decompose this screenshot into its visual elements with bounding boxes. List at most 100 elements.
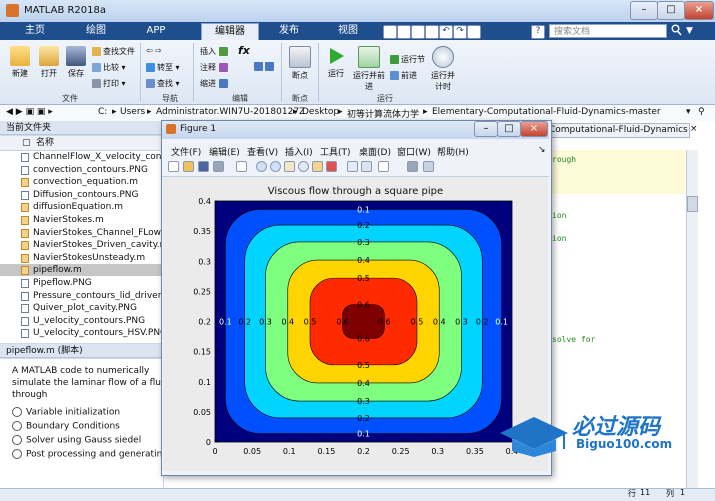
minimize-button[interactable]: – xyxy=(630,1,658,20)
outline-item[interactable]: Solver using Gauss siedel xyxy=(12,435,141,446)
file-list-item[interactable]: Pipeflow.PNG xyxy=(0,277,163,289)
figure-close-button[interactable]: × xyxy=(520,121,548,137)
path-segment[interactable]: 初等计算流体力学 xyxy=(347,107,419,120)
path-segment[interactable]: Elementary-Computational-Fluid-Dynamics-… xyxy=(432,107,661,117)
filter-icon[interactable]: ▼ xyxy=(686,26,696,36)
run-button[interactable]: 运行 xyxy=(323,46,349,79)
indent-button[interactable]: 缩进 xyxy=(200,78,230,89)
link-plot-icon[interactable] xyxy=(347,161,358,172)
hide-plot-tools-icon[interactable] xyxy=(407,161,418,172)
contour-plot[interactable]: 0.1 0.1 0.1 0.1 0.2 0.2 0.2 0.2 0.3 0.3 0.3 0.3 0.4 0… xyxy=(163,177,548,471)
back-arrow-icon[interactable]: ◀ ▶ ▣ ▣ ▸ xyxy=(6,107,53,117)
file-list-item[interactable]: NavierStokesUnsteady.m xyxy=(0,252,163,264)
menu-tools[interactable]: 工具(T) xyxy=(320,145,351,158)
editor-close-icon[interactable]: × xyxy=(690,124,698,134)
insert-button[interactable]: 插入 xyxy=(200,46,230,57)
address-dropdown-icon[interactable]: ▾ xyxy=(686,107,691,117)
tab-publish[interactable]: 发布 xyxy=(264,23,314,39)
tab-editor[interactable]: 编辑器 xyxy=(201,23,259,40)
quick-save-icon[interactable] xyxy=(383,25,397,39)
tab-apps[interactable]: APP xyxy=(132,23,180,39)
path-segment[interactable]: Administrator.WIN7U-20180127Z xyxy=(156,107,305,117)
menu-view[interactable]: 查看(V) xyxy=(247,145,278,158)
file-list-item[interactable]: Quiver_plot_cavity.PNG xyxy=(0,302,163,314)
cut-icon[interactable] xyxy=(397,25,411,39)
legend-icon[interactable] xyxy=(378,161,389,172)
save-button[interactable]: 保存 xyxy=(62,46,90,79)
file-list-item[interactable]: Pressure_contours_lid_driven_cav xyxy=(0,290,163,302)
outline-item[interactable]: Boundary Conditions xyxy=(12,421,120,432)
rotate-icon[interactable] xyxy=(298,161,309,172)
column-header-name[interactable]: ▢ 名称 xyxy=(0,136,163,151)
find-files-button[interactable]: 查找文件 xyxy=(92,46,135,57)
print-button[interactable]: 打印 ▾ xyxy=(92,78,126,89)
show-plot-tools-icon[interactable] xyxy=(423,161,434,172)
file-list-item[interactable]: pipeflow.m xyxy=(0,264,163,277)
menu-file[interactable]: 文件(F) xyxy=(171,145,201,158)
search-icon[interactable] xyxy=(671,24,682,36)
file-list-item[interactable]: convection_equation.m xyxy=(0,176,163,188)
switch-windows-icon[interactable] xyxy=(467,25,481,39)
fx-button[interactable]: fx xyxy=(238,44,250,57)
new-button[interactable]: 新建 xyxy=(6,46,34,79)
file-list-item[interactable]: NavierStokes_Driven_cavity.m xyxy=(0,239,163,251)
scroll-thumb[interactable] xyxy=(687,196,698,212)
file-list-item[interactable]: Diffusion_contours.PNG xyxy=(0,189,163,201)
paste-icon[interactable] xyxy=(425,25,439,39)
tab-view[interactable]: 视图 xyxy=(322,23,374,39)
print-figure-icon[interactable] xyxy=(213,161,224,172)
open-button[interactable]: 打开 xyxy=(35,46,63,79)
colorbar-icon[interactable] xyxy=(361,161,372,172)
file-list-item[interactable]: ChannelFlow_X_velocity_contours xyxy=(0,151,163,163)
file-list-item[interactable]: convection_contours.PNG xyxy=(0,164,163,176)
tab-plots[interactable]: 绘图 xyxy=(72,23,120,39)
file-list-item[interactable]: NavierStokes.m xyxy=(0,214,163,226)
file-list-item[interactable]: diffusionEquation.m xyxy=(0,201,163,213)
advance-button[interactable]: 前进 xyxy=(390,70,417,81)
format-icons[interactable] xyxy=(254,62,276,71)
path-segment[interactable]: Desktop xyxy=(302,107,339,117)
open-file-icon[interactable] xyxy=(183,161,194,172)
run-and-time-button[interactable]: 运行并计时 xyxy=(428,46,458,92)
pan-icon[interactable] xyxy=(284,161,295,172)
zoom-out-icon[interactable] xyxy=(270,161,281,172)
compare-button[interactable]: 比较 ▾ xyxy=(92,62,126,73)
menu-window[interactable]: 窗口(W) xyxy=(397,145,431,158)
outline-item[interactable]: Variable initialization xyxy=(12,407,120,418)
path-segment[interactable]: Users xyxy=(120,107,145,117)
dock-arrow-icon[interactable]: ↘ xyxy=(538,145,546,155)
goto-button[interactable]: 转至 ▾ xyxy=(146,62,180,73)
close-button[interactable]: × xyxy=(684,1,714,20)
file-list-item[interactable]: U_velocity_contours_HSV.PNG xyxy=(0,327,163,339)
data-cursor-icon[interactable] xyxy=(312,161,323,172)
maximize-button[interactable]: □ xyxy=(657,1,685,20)
file-list-item[interactable]: U_velocity_contours.PNG xyxy=(0,315,163,327)
menu-insert[interactable]: 插入(I) xyxy=(285,145,313,158)
menu-edit[interactable]: 编辑(E) xyxy=(209,145,240,158)
figure-maximize-button[interactable]: □ xyxy=(497,121,521,137)
undo-icon[interactable]: ↶ xyxy=(439,25,453,39)
file-list-item[interactable]: NavierStokes_Channel_FLow.m xyxy=(0,227,163,239)
comment-button[interactable]: 注释 xyxy=(200,62,230,73)
outline-item[interactable]: Post processing and generating t xyxy=(12,449,174,460)
brush-icon[interactable] xyxy=(326,161,337,172)
tab-home[interactable]: 主页 xyxy=(10,23,60,39)
find-button[interactable]: 查找 ▾ xyxy=(146,78,180,89)
run-section-button[interactable]: 运行节 xyxy=(390,54,425,65)
run-and-advance-button[interactable]: 运行并前进 xyxy=(352,46,386,92)
path-drive[interactable]: C: xyxy=(98,107,107,117)
figure-minimize-button[interactable]: – xyxy=(474,121,498,137)
zoom-in-icon[interactable] xyxy=(256,161,267,172)
menu-desktop[interactable]: 桌面(D) xyxy=(359,145,391,158)
redo-icon[interactable]: ↷ xyxy=(453,25,467,39)
new-figure-icon[interactable] xyxy=(168,161,179,172)
nav-back-icon[interactable]: ⇦ ⇨ xyxy=(146,46,162,55)
save-figure-icon[interactable] xyxy=(198,161,209,172)
copy-icon[interactable] xyxy=(411,25,425,39)
help-icon[interactable]: ? xyxy=(531,25,545,39)
address-search-icon[interactable]: ⚲ xyxy=(698,107,705,117)
breakpoints-button[interactable]: 断点 xyxy=(287,46,313,81)
search-documentation-input[interactable]: 搜索文档 xyxy=(549,24,667,38)
pointer-icon[interactable] xyxy=(236,161,247,172)
menu-help[interactable]: 帮助(H) xyxy=(437,145,469,158)
